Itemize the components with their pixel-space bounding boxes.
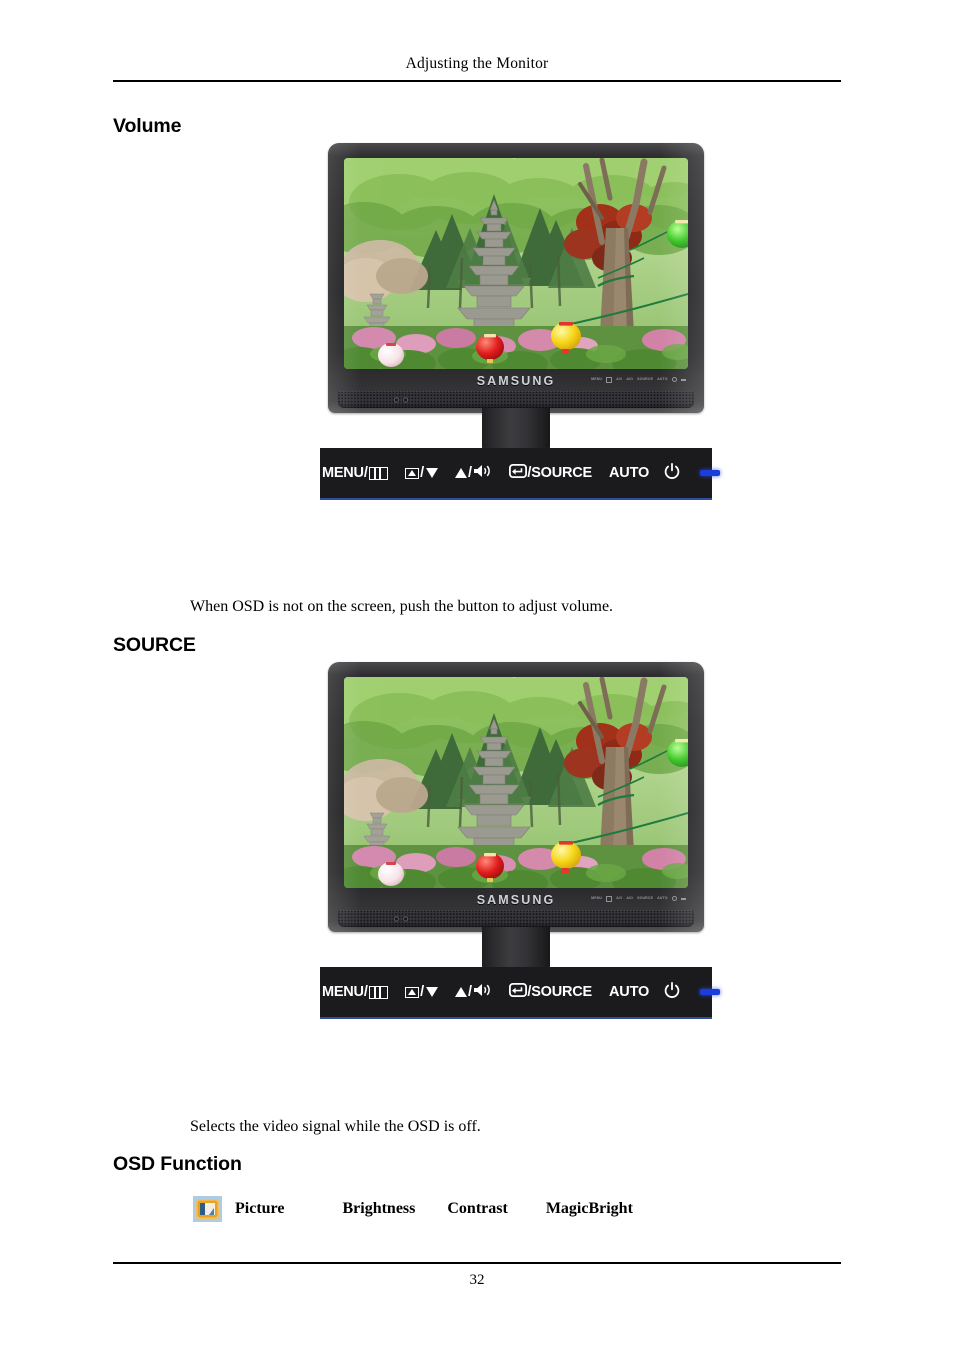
bezel-menu-label: MENU bbox=[591, 377, 603, 381]
source-description: Selects the video signal while the OSD i… bbox=[190, 1118, 481, 1135]
samsung-logo: SAMSUNG bbox=[476, 893, 556, 907]
power-button[interactable] bbox=[664, 462, 680, 484]
separator-slash: / bbox=[468, 983, 472, 1000]
monitor-case: SAMSUNG MENU A/V A/O SOURCE AUTO bbox=[328, 143, 704, 413]
monitor-figure-source: SAMSUNG MENU A/V A/O SOURCE AUTO MENU/ /… bbox=[320, 662, 721, 1022]
source-button[interactable]: /SOURCE bbox=[509, 983, 592, 1001]
headphone-jack-icon bbox=[403, 397, 408, 402]
enter-box-icon bbox=[404, 986, 419, 998]
auto-button[interactable]: AUTO bbox=[609, 985, 649, 1000]
auto-label: AUTO bbox=[609, 983, 650, 1000]
header-rule bbox=[113, 80, 841, 82]
speaker-volume-icon bbox=[473, 464, 492, 482]
bezel-av-label: A/V bbox=[616, 377, 623, 381]
bezel-led-icon bbox=[681, 378, 686, 381]
auto-button[interactable]: AUTO bbox=[609, 466, 649, 481]
speaker-grille bbox=[338, 910, 694, 927]
monitor-stand-neck bbox=[482, 927, 550, 969]
bezel-key-labels: MENU A/V A/O SOURCE AUTO bbox=[591, 896, 686, 902]
power-led bbox=[700, 470, 721, 476]
volume-description: When OSD is not on the screen, push the … bbox=[190, 598, 614, 615]
section-heading-volume: Volume bbox=[113, 115, 182, 137]
source-label: /SOURCE bbox=[527, 464, 593, 481]
bezel-menu-icon bbox=[606, 377, 613, 383]
control-button-bar: MENU/ / / /SOURCE AUTO bbox=[320, 448, 721, 500]
bezel-auto-label: AUTO bbox=[657, 896, 668, 900]
osd-item-magicbright[interactable]: MagicBright bbox=[546, 1200, 633, 1218]
enter-source-icon bbox=[509, 464, 528, 482]
power-icon bbox=[664, 462, 680, 484]
separator-slash: / bbox=[420, 464, 425, 481]
source-button[interactable]: /SOURCE bbox=[509, 464, 592, 482]
menu-icon bbox=[368, 985, 388, 999]
garden-scene-image bbox=[344, 677, 688, 888]
enter-box-icon bbox=[404, 467, 419, 479]
power-led-indicator bbox=[394, 397, 399, 402]
osd-function-row: Picture Brightness Contrast MagicBright bbox=[193, 1196, 633, 1222]
source-label: /SOURCE bbox=[527, 983, 593, 1000]
bezel-source-label: SOURCE bbox=[637, 896, 654, 900]
menu-label: MENU/ bbox=[321, 464, 368, 481]
monitor-bezel-strip: SAMSUNG MENU A/V A/O SOURCE AUTO bbox=[328, 371, 704, 391]
menu-icon bbox=[368, 466, 388, 480]
triangle-up-icon bbox=[454, 468, 467, 478]
power-led bbox=[700, 989, 721, 995]
bezel-volume-label: A/O bbox=[626, 377, 634, 381]
triangle-down-icon bbox=[425, 468, 438, 478]
separator-slash: / bbox=[420, 983, 425, 1000]
triangle-down-icon bbox=[425, 987, 438, 997]
menu-button[interactable]: MENU/ bbox=[322, 466, 388, 481]
bezel-menu-icon bbox=[606, 896, 613, 902]
front-indicators bbox=[394, 916, 408, 921]
garden-scene-image bbox=[344, 158, 688, 369]
osd-item-contrast[interactable]: Contrast bbox=[447, 1200, 507, 1218]
power-button[interactable] bbox=[664, 981, 680, 1003]
bezel-led-icon bbox=[681, 897, 686, 900]
picture-icon bbox=[193, 1196, 222, 1222]
bezel-av-label: A/V bbox=[616, 896, 623, 900]
led-indicator bbox=[700, 989, 721, 995]
up-volume-button[interactable]: / bbox=[454, 983, 493, 1001]
speaker-volume-icon bbox=[473, 983, 492, 1001]
down-button[interactable]: / bbox=[404, 464, 438, 481]
running-head: Adjusting the Monitor bbox=[405, 55, 549, 72]
power-icon bbox=[664, 981, 680, 1003]
speaker-grille bbox=[338, 391, 694, 408]
monitor-stand-neck bbox=[482, 408, 550, 450]
auto-label: AUTO bbox=[609, 464, 650, 481]
led-indicator bbox=[700, 470, 721, 476]
power-led-indicator bbox=[394, 916, 399, 921]
separator-slash: / bbox=[468, 464, 472, 481]
up-volume-button[interactable]: / bbox=[454, 464, 493, 482]
page-number: 32 bbox=[469, 1272, 485, 1288]
footer-rule bbox=[113, 1262, 841, 1264]
monitor-case: SAMSUNG MENU A/V A/O SOURCE AUTO bbox=[328, 662, 704, 932]
osd-item-brightness[interactable]: Brightness bbox=[342, 1200, 415, 1218]
bezel-power-icon bbox=[671, 377, 677, 383]
bezel-menu-label: MENU bbox=[591, 896, 603, 900]
section-heading-osd-function: OSD Function bbox=[113, 1153, 242, 1175]
triangle-up-icon bbox=[454, 987, 467, 997]
bezel-auto-label: AUTO bbox=[657, 377, 668, 381]
samsung-logo: SAMSUNG bbox=[476, 374, 556, 388]
menu-button[interactable]: MENU/ bbox=[322, 985, 388, 1000]
menu-label: MENU/ bbox=[321, 983, 368, 1000]
bezel-key-labels: MENU A/V A/O SOURCE AUTO bbox=[591, 377, 686, 383]
control-button-bar: MENU/ / / /SOURCE AUTO bbox=[320, 967, 721, 1019]
bezel-volume-label: A/O bbox=[626, 896, 634, 900]
bezel-power-icon bbox=[671, 896, 677, 902]
monitor-screen bbox=[344, 158, 688, 369]
monitor-figure-volume: SAMSUNG MENU A/V A/O SOURCE AUTO MENU/ /… bbox=[320, 143, 721, 503]
headphone-jack-icon bbox=[403, 916, 408, 921]
down-button[interactable]: / bbox=[404, 983, 438, 1000]
manual-page: Adjusting the Monitor Volume SAMSUNG MEN… bbox=[0, 0, 954, 1350]
monitor-bezel-strip: SAMSUNG MENU A/V A/O SOURCE AUTO bbox=[328, 890, 704, 910]
osd-item-picture[interactable]: Picture bbox=[235, 1200, 284, 1218]
enter-source-icon bbox=[509, 983, 528, 1001]
bezel-source-label: SOURCE bbox=[637, 377, 654, 381]
section-heading-source: SOURCE bbox=[113, 634, 196, 656]
front-indicators bbox=[394, 397, 408, 402]
monitor-screen bbox=[344, 677, 688, 888]
